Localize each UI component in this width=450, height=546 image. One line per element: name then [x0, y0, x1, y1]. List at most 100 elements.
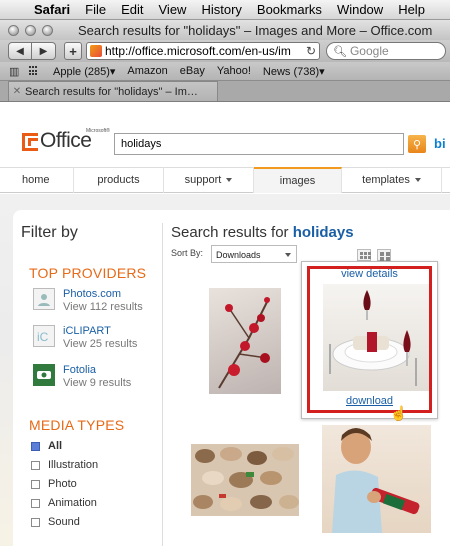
nav-products[interactable]: products — [74, 167, 164, 193]
search-icon: ⚲ — [412, 138, 422, 151]
candies-image-icon — [193, 447, 299, 511]
address-bar[interactable]: http://office.microsoft.com/en-us/im ↻ — [86, 42, 320, 60]
menu-history[interactable]: History — [201, 2, 241, 17]
close-window-button[interactable] — [8, 24, 19, 36]
reload-icon[interactable]: ↻ — [303, 44, 319, 58]
provider-fotolia[interactable]: Fotolia View 9 results — [33, 364, 131, 390]
media-type-label: All — [48, 440, 63, 452]
window-controls — [8, 24, 78, 36]
bing-logo: bi — [434, 136, 446, 151]
media-type-animation[interactable]: Animation — [31, 497, 97, 509]
hand-cursor-icon: ☝ — [390, 405, 408, 421]
browser-tab[interactable]: ✕ Search results for "holidays" – Im… — [8, 81, 218, 101]
person-cracker-image-icon — [332, 428, 420, 533]
back-arrow-icon: ◀ — [16, 45, 24, 57]
sort-by-label: Sort By: — [171, 248, 204, 258]
checkbox[interactable] — [31, 479, 40, 489]
minimize-window-button[interactable] — [25, 24, 36, 36]
office-search-button[interactable]: ⚲ — [408, 135, 426, 153]
svg-text:iC: iC — [37, 330, 49, 344]
checkbox[interactable] — [31, 460, 40, 470]
menu-help[interactable]: Help — [398, 2, 425, 17]
window-title-bar: Search results for "holidays" – Images a… — [0, 20, 450, 40]
url-text[interactable]: http://office.microsoft.com/en-us/im — [105, 44, 303, 58]
web-page: Office Microsoft® holidays ⚲ bi home pro… — [0, 103, 450, 546]
media-type-sound[interactable]: Sound — [31, 516, 80, 528]
media-type-label: Animation — [48, 497, 97, 509]
provider-name[interactable]: iCLIPART — [63, 325, 137, 338]
large-grid-view-icon[interactable] — [377, 249, 391, 261]
office-logo[interactable]: Office Microsoft® — [22, 128, 110, 151]
provider-count[interactable]: View 9 results — [63, 377, 131, 390]
media-type-photo[interactable]: Photo — [31, 478, 77, 490]
provider-iclipart[interactable]: iC iCLIPART View 25 results — [33, 325, 137, 351]
results-title: Search results for holidays — [171, 224, 354, 241]
nav-templates[interactable]: templates — [342, 167, 442, 193]
filter-title: Filter by — [21, 224, 78, 241]
bookmark-apple[interactable]: Apple (285)▾ — [53, 65, 115, 78]
nav-images[interactable]: images — [254, 167, 342, 193]
chevron-down-icon — [414, 178, 421, 182]
bookmark-ebay[interactable]: eBay — [180, 65, 205, 77]
office-favicon-icon — [90, 45, 102, 57]
media-type-illustration[interactable]: Illustration — [31, 459, 98, 471]
provider-name[interactable]: Photos.com — [63, 288, 143, 301]
tab-label: Search results for "holidays" – Im… — [25, 85, 198, 98]
nav-support-label: support — [184, 174, 222, 186]
provider-photos[interactable]: Photos.com View 112 results — [33, 288, 143, 314]
provider-name[interactable]: Fotolia — [63, 364, 131, 377]
highlight-box — [307, 266, 432, 413]
provider-count[interactable]: View 112 results — [63, 301, 143, 314]
bookmark-news[interactable]: News (738)▾ — [263, 65, 325, 78]
chevron-down-icon — [285, 253, 291, 257]
top-providers-heading: TOP PROVIDERS — [29, 265, 147, 281]
forward-button[interactable]: ▶ — [32, 42, 56, 60]
checkbox[interactable] — [31, 517, 40, 527]
results-title-prefix: Search results for — [171, 224, 293, 241]
add-bookmark-button[interactable]: + — [64, 42, 82, 60]
media-type-label: Sound — [48, 516, 80, 528]
menu-view[interactable]: View — [159, 2, 187, 17]
office-logo-tm: Microsoft® — [86, 128, 110, 134]
close-tab-icon[interactable]: ✕ — [9, 86, 25, 97]
media-type-all[interactable]: All — [31, 440, 62, 452]
menu-bookmarks[interactable]: Bookmarks — [257, 2, 322, 17]
nav-templates-label: templates — [362, 174, 410, 186]
provider-count[interactable]: View 25 results — [63, 338, 137, 351]
sort-by-select[interactable]: Downloads — [211, 245, 297, 263]
menu-edit[interactable]: Edit — [121, 2, 143, 17]
nav-support[interactable]: support — [164, 167, 254, 193]
top-sites-grid-icon[interactable] — [29, 66, 39, 76]
bookmarks-bar: ▥ Apple (285)▾ Amazon eBay Yahoo! News (… — [0, 62, 450, 81]
menu-file[interactable]: File — [85, 2, 106, 17]
menu-window[interactable]: Window — [337, 2, 383, 17]
nav-home[interactable]: home — [0, 167, 74, 193]
media-types-heading: MEDIA TYPES — [29, 417, 125, 433]
office-search-input[interactable]: holidays — [114, 133, 404, 155]
sidebar-divider — [162, 223, 163, 546]
zoom-window-button[interactable] — [42, 24, 53, 36]
result-thumbnail-berries[interactable] — [209, 288, 281, 394]
menu-safari[interactable]: Safari — [34, 2, 70, 17]
berries-image-icon — [218, 297, 270, 389]
fotolia-logo-icon — [33, 364, 55, 386]
office-header: Office Microsoft® holidays ⚲ bi — [0, 103, 450, 169]
person-placeholder-icon — [33, 288, 55, 310]
checkbox[interactable] — [31, 498, 40, 508]
small-grid-view-icon[interactable] — [357, 249, 371, 261]
iclipart-logo-icon: iC — [33, 325, 55, 347]
browser-toolbar: ◀ ▶ + http://office.microsoft.com/en-us/… — [0, 40, 450, 62]
result-thumbnail-candies[interactable] — [191, 444, 299, 516]
bookmark-yahoo[interactable]: Yahoo! — [217, 65, 251, 77]
result-thumbnail-christmas-cracker[interactable] — [322, 425, 431, 533]
search-placeholder: Google — [349, 44, 389, 58]
google-search-field[interactable]: 🔍︎ Google — [326, 42, 446, 60]
book-icon[interactable]: ▥ — [9, 65, 29, 78]
back-button[interactable]: ◀ — [8, 42, 32, 60]
bookmark-amazon[interactable]: Amazon — [127, 65, 167, 77]
media-type-label: Illustration — [48, 459, 99, 471]
chevron-down-icon — [226, 178, 233, 182]
media-type-label: Photo — [48, 478, 77, 490]
office-nav: home products support images templates — [0, 167, 450, 193]
checkbox-checked[interactable] — [31, 441, 40, 451]
